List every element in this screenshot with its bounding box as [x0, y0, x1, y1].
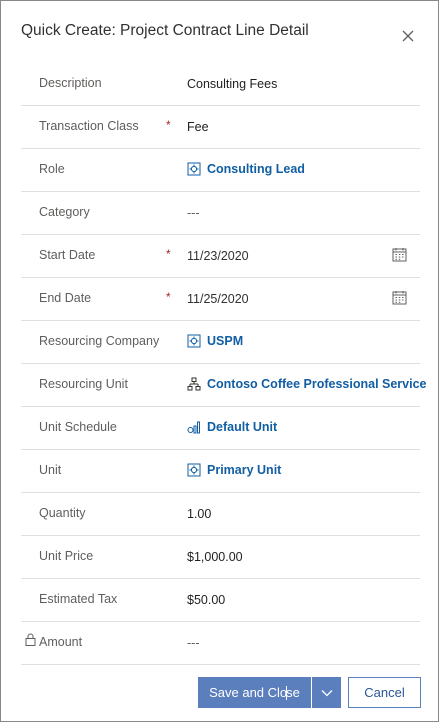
- save-and-close-label-part1: Save and Clo: [209, 685, 288, 700]
- close-icon[interactable]: [399, 27, 417, 45]
- transaction-class-field[interactable]: Fee: [187, 120, 209, 134]
- field-label: Amount: [39, 635, 83, 649]
- field-label: Quantity: [39, 506, 86, 520]
- field-label: Start Date: [39, 248, 96, 262]
- field-row-role: Role Consulting Lead: [21, 149, 420, 192]
- field-label: Role: [39, 162, 65, 176]
- field-label: Resourcing Company: [39, 334, 160, 348]
- role-link[interactable]: Consulting Lead: [207, 162, 305, 176]
- field-row-unit-price: Unit Price $1,000.00: [21, 536, 420, 579]
- role-lookup[interactable]: Consulting Lead: [187, 162, 305, 176]
- unit-lookup[interactable]: Primary Unit: [187, 463, 281, 477]
- field-row-category: Category ---: [21, 192, 420, 235]
- unit-schedule-icon: [187, 421, 200, 434]
- resourcing-unit-lookup[interactable]: Contoso Coffee Professional Service: [187, 377, 427, 391]
- field-label: Category: [39, 205, 90, 219]
- field-label: Resourcing Unit: [39, 377, 128, 391]
- resourcing-company-link[interactable]: USPM: [207, 334, 243, 348]
- save-options-button[interactable]: [312, 677, 341, 708]
- dialog-header: Quick Create: Project Contract Line Deta…: [1, 1, 438, 59]
- estimated-tax-field[interactable]: $50.00: [187, 593, 225, 607]
- org-hierarchy-icon: [187, 377, 201, 391]
- unit-price-field[interactable]: $1,000.00: [187, 550, 243, 564]
- field-row-end-date: End Date * 11/25/2020: [21, 278, 420, 321]
- field-row-resourcing-unit: Resourcing Unit Contoso Coffee Professio…: [21, 364, 427, 407]
- dialog-title: Quick Create: Project Contract Line Deta…: [21, 22, 309, 39]
- field-row-resourcing-company: Resourcing Company USPM: [21, 321, 420, 364]
- field-label: Unit: [39, 463, 62, 477]
- field-label: Unit Schedule: [39, 420, 117, 434]
- calendar-icon[interactable]: [392, 247, 407, 262]
- description-field[interactable]: Consulting Fees: [187, 77, 277, 91]
- unit-schedule-link[interactable]: Default Unit: [207, 420, 277, 434]
- field-row-quantity: Quantity 1.00: [21, 493, 420, 536]
- quantity-field[interactable]: 1.00: [187, 507, 211, 521]
- save-and-close-label-part2: se: [286, 685, 300, 700]
- field-row-transaction-class: Transaction Class * Fee: [21, 106, 420, 149]
- entity-icon: [187, 162, 201, 176]
- entity-icon: [187, 334, 201, 348]
- required-marker: *: [166, 118, 171, 132]
- field-row-amount: Amount ---: [21, 622, 420, 665]
- form-body: Description Consulting Fees Transaction …: [21, 63, 427, 665]
- field-row-start-date: Start Date * 11/23/2020: [21, 235, 420, 278]
- field-label: Estimated Tax: [39, 592, 118, 606]
- entity-icon: [187, 463, 201, 477]
- required-marker: *: [166, 290, 171, 304]
- lock-icon: [25, 633, 36, 646]
- field-row-unit: Unit Primary Unit: [21, 450, 420, 493]
- field-label: Transaction Class: [39, 119, 139, 133]
- chevron-down-icon: [321, 689, 332, 696]
- resourcing-unit-link[interactable]: Contoso Coffee Professional Service: [207, 377, 427, 391]
- field-label: Unit Price: [39, 549, 94, 563]
- required-marker: *: [166, 247, 171, 261]
- save-and-close-button[interactable]: Save and Clo se: [198, 677, 311, 708]
- quick-create-dialog: Quick Create: Project Contract Line Deta…: [0, 0, 439, 722]
- field-row-unit-schedule: Unit Schedule Default Unit: [21, 407, 420, 450]
- amount-field: ---: [187, 636, 200, 650]
- field-label: Description: [39, 76, 102, 90]
- end-date-field[interactable]: 11/25/2020: [187, 292, 249, 306]
- category-field[interactable]: ---: [187, 206, 200, 220]
- field-row-estimated-tax: Estimated Tax $50.00: [21, 579, 420, 622]
- unit-link[interactable]: Primary Unit: [207, 463, 281, 477]
- field-label: End Date: [39, 291, 92, 305]
- cancel-button[interactable]: Cancel: [348, 677, 421, 708]
- calendar-icon[interactable]: [392, 290, 407, 305]
- dialog-footer: Save and Clo se Cancel: [1, 665, 438, 721]
- unit-schedule-lookup[interactable]: Default Unit: [187, 420, 277, 434]
- resourcing-company-lookup[interactable]: USPM: [187, 334, 243, 348]
- start-date-field[interactable]: 11/23/2020: [187, 249, 249, 263]
- field-row-description: Description Consulting Fees: [21, 63, 420, 106]
